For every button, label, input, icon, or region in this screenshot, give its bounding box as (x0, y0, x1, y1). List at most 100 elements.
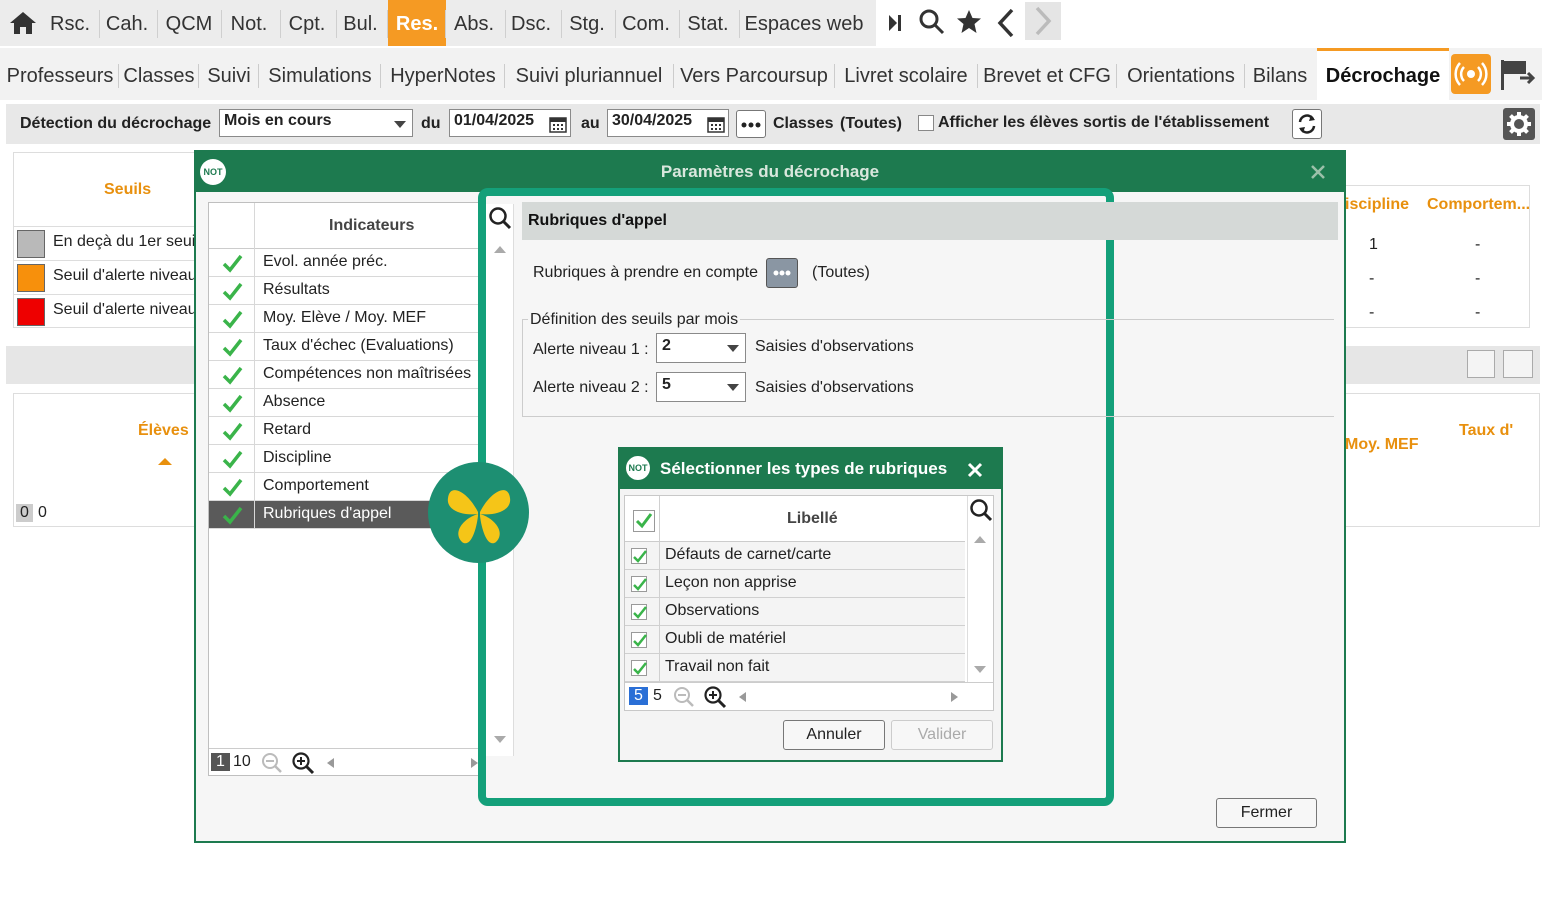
search-icon[interactable] (969, 498, 993, 522)
sub-nav-item[interactable]: HyperNotes (382, 48, 504, 100)
date-to-field[interactable]: 30/04/2025 (607, 109, 729, 137)
id-card-icon[interactable] (1503, 350, 1533, 378)
indicator-row[interactable]: Résultats (209, 277, 479, 305)
back-icon[interactable] (994, 6, 1020, 40)
top-nav-item[interactable]: Abs. (446, 0, 502, 46)
scroll-down-icon[interactable] (494, 736, 506, 743)
zoom-out-icon[interactable] (261, 752, 283, 774)
close-icon[interactable] (966, 461, 984, 479)
scroll-right-icon[interactable] (471, 758, 478, 768)
sub-nav-item[interactable]: Classes (120, 48, 198, 100)
portrait-icon[interactable] (1467, 350, 1495, 378)
rubric-checkbox[interactable] (631, 548, 647, 564)
indicator-row[interactable]: Moy. Elève / Moy. MEF (209, 305, 479, 333)
rubric-row[interactable]: Oubli de matériel (625, 626, 965, 654)
sub-nav-item[interactable]: Livret scolaire (836, 48, 976, 100)
exit-flag-icon[interactable] (1498, 56, 1538, 92)
scroll-left-icon[interactable] (327, 758, 334, 768)
scroll-up-icon[interactable] (974, 536, 986, 543)
refresh-icon[interactable] (1292, 109, 1322, 139)
period-select[interactable]: Mois en cours (219, 109, 413, 137)
home-icon[interactable] (8, 10, 38, 36)
nav-divider (198, 64, 199, 88)
rubric-row[interactable]: Leçon non apprise (625, 570, 965, 598)
indicator-row[interactable]: Retard (209, 417, 479, 445)
rubric-checkbox[interactable] (631, 632, 647, 648)
sub-nav-item[interactable]: Brevet et CFG (979, 48, 1115, 100)
indicator-check-cell[interactable] (209, 249, 255, 276)
date-from-field[interactable]: 01/04/2025 (449, 109, 571, 137)
rubric-checkbox[interactable] (631, 604, 647, 620)
cancel-button[interactable]: Annuler (783, 720, 885, 750)
indicator-check-cell[interactable] (209, 305, 255, 332)
indicator-row[interactable]: Compétences non maîtrisées (209, 361, 479, 389)
scroll-up-icon[interactable] (494, 246, 506, 253)
close-button[interactable]: Fermer (1216, 798, 1317, 828)
indicator-row[interactable]: Taux d'échec (Evaluations) (209, 333, 479, 361)
indicator-check-cell[interactable] (209, 361, 255, 388)
top-nav-item[interactable]: Stat. (680, 0, 736, 46)
sub-nav-item[interactable]: Orientations (1118, 48, 1244, 100)
rubric-row[interactable]: Travail non fait (625, 654, 965, 682)
indicator-row[interactable]: Absence (209, 389, 479, 417)
sub-nav-item[interactable]: Professeurs (2, 48, 118, 100)
alert2-select[interactable]: 5 (656, 372, 746, 402)
indicator-check-cell[interactable] (209, 417, 255, 444)
top-nav-item[interactable]: Cpt. (281, 0, 333, 46)
sub-nav-item[interactable]: Vers Parcoursup (675, 48, 833, 100)
top-nav-item[interactable]: Dsc. (506, 0, 556, 46)
rubric-checkbox[interactable] (631, 576, 647, 592)
rubriques-more-button[interactable] (766, 258, 798, 288)
zoom-out-icon[interactable] (673, 686, 695, 708)
top-nav-item[interactable]: Espaces web (740, 0, 868, 46)
top-nav-item[interactable]: Com. (616, 0, 676, 46)
top-nav-item[interactable]: Cah. (100, 0, 154, 46)
top-nav-item[interactable]: Rsc. (44, 0, 96, 46)
rubric-row[interactable]: Défauts de carnet/carte (625, 542, 965, 570)
calendar-icon[interactable] (707, 115, 725, 133)
indicator-check-cell[interactable] (209, 501, 255, 528)
gear-icon[interactable] (1503, 108, 1535, 140)
close-icon[interactable] (1308, 162, 1328, 182)
top-nav-item[interactable]: Res. (388, 0, 446, 46)
sub-nav-item[interactable]: Bilans (1246, 48, 1314, 100)
indicator-check-cell[interactable] (209, 445, 255, 472)
indicator-check-cell[interactable] (209, 389, 255, 416)
indicator-check-cell[interactable] (209, 277, 255, 304)
sub-nav-item[interactable]: Suivi (200, 48, 258, 100)
top-nav-item[interactable]: Not. (222, 0, 276, 46)
alert1-select[interactable]: 2 (656, 333, 746, 363)
libelle-header: Libellé (787, 510, 838, 527)
validate-button[interactable]: Valider (891, 720, 993, 750)
top-nav-item[interactable]: Bul. (337, 0, 384, 46)
search-icon[interactable] (918, 8, 946, 36)
sub-nav-item[interactable]: Suivi pluriannuel (506, 48, 672, 100)
check-icon (222, 366, 243, 385)
zoom-in-icon[interactable] (703, 685, 727, 709)
indicator-row[interactable]: Evol. année préc. (209, 249, 479, 277)
radar-alert-icon[interactable] (1451, 54, 1491, 94)
rubric-row[interactable]: Observations (625, 598, 965, 626)
show-left-checkbox[interactable] (918, 115, 934, 131)
indicator-check-cell[interactable] (209, 333, 255, 360)
select-all-checkbox[interactable] (633, 510, 655, 532)
thresholds-panel: Seuils En deçà du 1er seuil Seuil d'aler… (13, 152, 204, 328)
skip-end-icon[interactable] (886, 12, 904, 34)
calendar-icon[interactable] (549, 115, 567, 133)
check-icon (633, 662, 647, 675)
classes-more-button[interactable] (736, 110, 766, 138)
forward-icon[interactable] (1025, 2, 1061, 40)
indicator-check-cell[interactable] (209, 473, 255, 500)
rubric-checkbox[interactable] (631, 660, 647, 676)
scroll-left-icon[interactable] (739, 692, 746, 702)
sub-nav-item[interactable]: Simulations (260, 48, 380, 100)
eleves-header[interactable]: Élèves (138, 422, 189, 440)
zoom-in-icon[interactable] (291, 751, 315, 775)
scroll-right-icon[interactable] (951, 692, 958, 702)
scroll-down-icon[interactable] (974, 666, 986, 673)
top-nav-item[interactable]: Stg. (562, 0, 612, 46)
top-nav-item[interactable]: QCM (158, 0, 220, 46)
search-icon[interactable] (488, 206, 512, 230)
star-icon[interactable] (955, 8, 983, 36)
sub-nav-item[interactable]: Décrochage (1317, 48, 1449, 100)
